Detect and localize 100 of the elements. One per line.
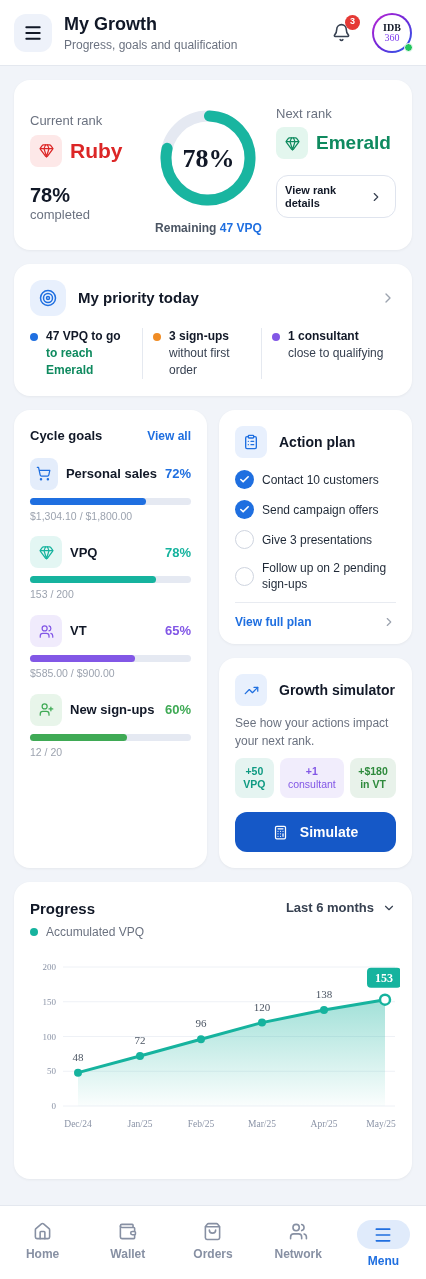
simulator-description: See how your actions impact your next rank. [235, 715, 390, 750]
goal-amount: $1,304.10 / $1,800.00 [30, 508, 134, 524]
impact-chip: +1 consultant [279, 758, 345, 798]
page-title: My Growth [64, 12, 158, 36]
task-label: Contact 10 customers [262, 471, 379, 488]
priority-lead: 47 VPQ to go [46, 328, 122, 345]
view-plan-link[interactable]: View full plan [235, 613, 312, 631]
remaining-text: Remaining 47 VPQ [155, 220, 262, 237]
data-point [197, 1034, 205, 1043]
impact-chip: +50 VPQ [235, 758, 274, 798]
goal-name: Personal sales [65, 464, 157, 483]
rank-details-button[interactable]: View rank details [276, 175, 396, 219]
menu-button[interactable] [14, 13, 52, 52]
clipboard-icon [243, 434, 259, 450]
bell-icon [331, 23, 351, 42]
axis-label: 150 [42, 996, 56, 1007]
axis-label: Feb/25 [187, 1118, 215, 1129]
check-icon [239, 474, 250, 485]
task-checkbox[interactable] [235, 500, 254, 519]
gem-icon [38, 544, 54, 560]
goal-name: New sign-ups [70, 701, 156, 719]
axis-label: 0 [51, 1100, 56, 1111]
task-checkbox[interactable] [235, 470, 254, 489]
avatar-text: 360 [384, 32, 400, 43]
value-badge: 153 [367, 967, 400, 988]
priority-lead: 1 consultant [288, 328, 360, 345]
nav-tab[interactable]: Menu [340, 1220, 426, 1270]
check-icon [239, 504, 250, 515]
goal-percent: 78% [164, 543, 191, 562]
data-label: 153 [375, 970, 393, 985]
task-label: Send campaign offers [262, 501, 379, 518]
wallet-icon [118, 1221, 138, 1241]
priority-card[interactable]: My priority today 47 VPQ to go to reach Emerald 3 sign-ups without first order 1 consultant close to qualifying [14, 264, 412, 396]
avatar[interactable]: IDB 360 [372, 12, 412, 53]
data-point [74, 1068, 82, 1077]
nav-tab[interactable]: Wallet [85, 1220, 171, 1263]
page-subtitle: Progress, goals and qualification [64, 36, 239, 54]
value-label: 96 [195, 1016, 207, 1029]
data-point [320, 1005, 328, 1014]
completion-percent: 78% [30, 182, 72, 207]
add-person-icon [38, 702, 54, 718]
gem-icon [284, 135, 300, 151]
next-rank: Emerald [316, 131, 391, 155]
nav-tab[interactable]: Home [0, 1220, 86, 1263]
cart-icon [36, 466, 52, 481]
completion-label: completed [30, 206, 91, 223]
data-point [258, 1018, 266, 1027]
home-icon [33, 1221, 53, 1241]
goal-name: VT [70, 622, 88, 641]
value-label: 120 [253, 1000, 271, 1013]
axis-label: Mar/25 [248, 1118, 276, 1129]
goals-title: Cycle goals [30, 427, 103, 445]
simulator-title: Growth simulator [279, 680, 395, 700]
value-label: 138 [315, 987, 333, 1000]
data-point [378, 992, 392, 1006]
priority-lead: 3 sign-ups [169, 328, 230, 345]
axis-label: 200 [42, 961, 56, 972]
goal-amount: 12 / 20 [30, 744, 64, 760]
target-icon [39, 289, 57, 307]
next-rank-label: Next rank [276, 104, 333, 123]
legend-label: Accumulated VPQ [46, 923, 145, 941]
notification-count: 3 [345, 14, 360, 30]
range-dropdown[interactable]: Last 6 months [285, 898, 396, 918]
value-label: 48 [72, 1050, 84, 1063]
goal-percent: 72% [164, 464, 191, 483]
goal-percent: 65% [164, 622, 191, 641]
current-rank: Ruby [70, 138, 123, 164]
axis-label: Jan/25 [127, 1118, 153, 1129]
people-icon [38, 623, 54, 639]
avatar-text: IDB [383, 22, 401, 33]
view-all-link[interactable]: View all [147, 426, 191, 445]
data-point [136, 1051, 144, 1060]
nav-tab[interactable]: Orders [170, 1220, 256, 1263]
gem-icon [38, 143, 54, 159]
task-label: Follow up on 2 pending sign-ups [262, 560, 388, 592]
axis-label: 50 [47, 1065, 56, 1076]
goal-amount: 153 / 200 [30, 587, 75, 603]
goal-amount: $585.00 / $900.00 [30, 666, 116, 681]
task-checkbox[interactable] [235, 566, 254, 586]
bag-icon [203, 1221, 223, 1241]
priority-title: My priority today [78, 287, 200, 308]
impact-chip: +$180 in VT [350, 758, 396, 798]
goal-percent: 60% [164, 701, 191, 719]
priority-detail: close to qualifying [288, 345, 384, 362]
progress-title: Progress [30, 899, 97, 919]
axis-label: May/25 [366, 1118, 396, 1129]
nav-tab[interactable]: Network [255, 1220, 341, 1263]
people-icon [288, 1221, 308, 1241]
value-label: 72 [134, 1033, 146, 1046]
axis-label: Dec/24 [64, 1118, 92, 1129]
ring-value: 78% [182, 142, 235, 175]
priority-detail: without first order [169, 345, 231, 379]
axis-label: 100 [42, 1031, 56, 1041]
goal-name: VPQ [70, 543, 99, 562]
current-rank-label: Current rank [30, 112, 104, 131]
task-label: Give 3 presentations [262, 531, 373, 548]
priority-detail: to reach Emerald [46, 345, 95, 379]
task-checkbox[interactable] [235, 530, 254, 549]
simulate-button[interactable]: Simulate [235, 812, 396, 852]
action-plan-title: Action plan [279, 432, 356, 452]
